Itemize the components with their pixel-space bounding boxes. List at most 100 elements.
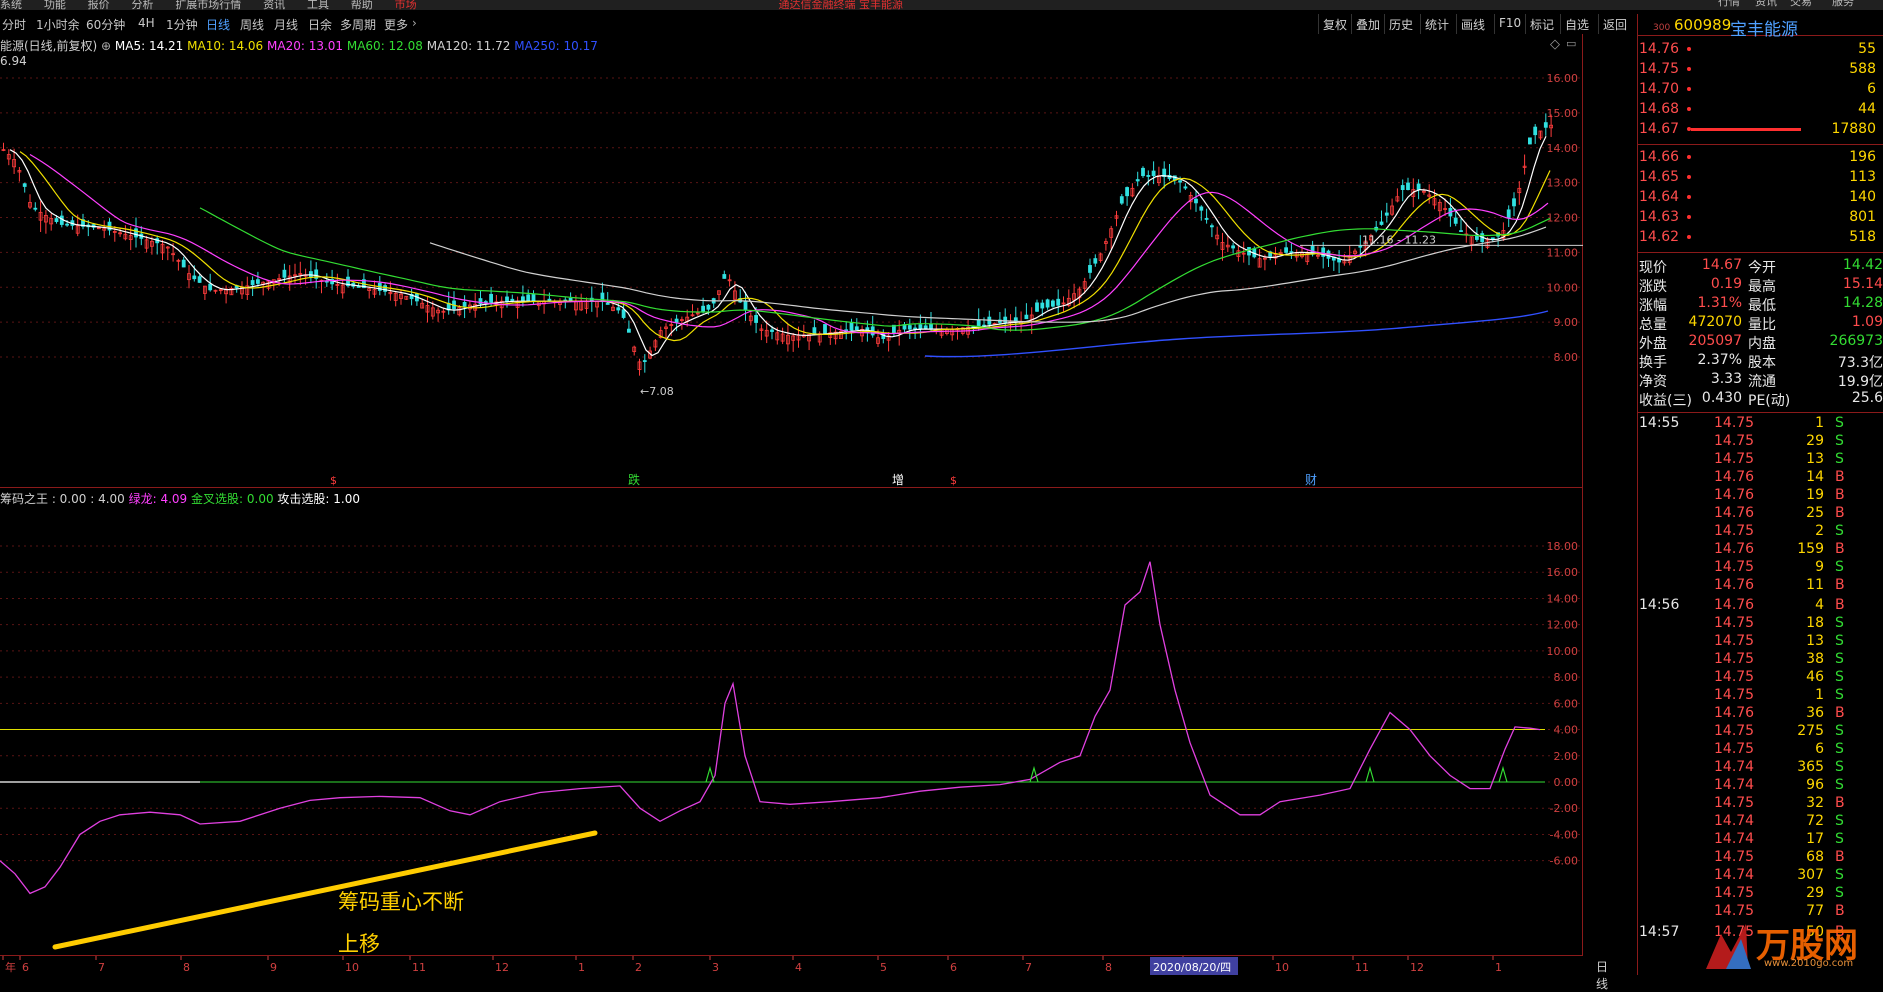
time-tick-label: 1 <box>578 961 585 974</box>
toolbar-lishi[interactable]: 历史 <box>1384 14 1417 34</box>
tick-bs: S <box>1835 651 1844 667</box>
signal-marker <box>1498 765 1508 783</box>
menu-item[interactable]: 帮助 <box>351 0 373 10</box>
y-tick-label: 12.00 <box>1547 619 1579 632</box>
period-tab[interactable]: 月线 <box>274 16 298 33</box>
quote-row: 换手 2.37% 股本 73.3亿 <box>1638 352 1883 371</box>
menu-item[interactable]: 分析 <box>131 0 153 10</box>
period-tab-active[interactable]: 日线 <box>206 16 230 33</box>
menu-right-3[interactable]: 交易 <box>1790 0 1812 7</box>
period-tab[interactable]: 1小时余 <box>36 16 80 33</box>
event-marker: 财 <box>1305 473 1317 487</box>
kline-chart[interactable]: 能源(日线,前复权) ⊕ MA5: 14.21 MA10: 14.06 MA20… <box>0 34 1583 488</box>
y-tick-label: 16.00 <box>1547 566 1579 579</box>
trend-arrow <box>52 830 598 950</box>
tick-row: 14.74 72 S <box>1638 813 1883 831</box>
menu-item[interactable]: 系统 <box>0 0 22 10</box>
tick-bs: B <box>1835 849 1845 865</box>
stock-name[interactable]: 宝丰能源 <box>1730 15 1798 40</box>
ask-row: 14.68 44 <box>1638 101 1883 119</box>
main-plot: 16.0015.0014.0013.0012.0011.0010.009.008… <box>0 72 1583 487</box>
toolbar-biaoji[interactable]: 标记 <box>1525 14 1558 34</box>
candle-body <box>1093 258 1098 264</box>
quote-key: 涨幅 <box>1639 298 1667 314</box>
toolbar-fanhui[interactable]: 返回 <box>1598 14 1631 34</box>
tick-time: 14:56 <box>1639 597 1680 613</box>
period-tab[interactable]: 1分钟 <box>166 16 198 33</box>
period-tab[interactable]: 日余 <box>308 16 332 33</box>
stock-code[interactable]: 600989 <box>1674 16 1731 34</box>
indicator-chart[interactable]: 筹码之王 : 0.00 : 4.00 绿龙: 4.09 金叉选股: 0.00 攻… <box>0 488 1583 956</box>
tick-volume: 6 <box>1815 741 1824 757</box>
stock-header: 300 600989 宝丰能源 <box>1638 14 1883 40</box>
time-highlight: 2020/08/20/四 <box>1153 961 1231 974</box>
menu-right-1[interactable]: 行情 <box>1718 0 1740 7</box>
tick-volume: 275 <box>1797 723 1824 739</box>
menu-right-2[interactable]: 资讯 <box>1755 0 1777 7</box>
menu-item[interactable]: 工具 <box>307 0 329 10</box>
candle-body <box>754 315 758 323</box>
quote-key: 内盘 <box>1748 336 1776 352</box>
period-tab[interactable]: 多周期 <box>340 16 376 33</box>
candle-body <box>722 274 727 279</box>
menu-right-4[interactable]: 服务 <box>1832 0 1854 7</box>
tick-volume: 13 <box>1806 633 1824 649</box>
quote-value: 0.19 <box>1710 276 1742 292</box>
y-tick-label: 8.00 <box>1554 671 1579 684</box>
chevron-right-icon[interactable]: › <box>412 16 417 30</box>
time-tick-label: 8 <box>1105 961 1112 974</box>
candle-body <box>526 294 531 302</box>
tick-bs: B <box>1835 505 1845 521</box>
toolbar-huaxian[interactable]: 画线 <box>1456 14 1489 34</box>
time-tick-label: 年 <box>5 960 16 974</box>
quote-row: 收益(三) 0.430 PE(动) 25.6 <box>1638 390 1883 409</box>
tick-bs: S <box>1835 559 1844 575</box>
tick-row: 14.75 38 S <box>1638 651 1883 669</box>
toolbar-tongji[interactable]: 统计 <box>1420 14 1453 34</box>
candle-body <box>1125 187 1129 197</box>
quote-panel: 300 600989 宝丰能源 14.76 55 14.75 588 14.70 6 14.… <box>1637 14 1883 975</box>
menu-item[interactable]: 功能 <box>44 0 66 10</box>
period-tab[interactable]: 周线 <box>240 16 264 33</box>
ask-volume: 588 <box>1849 61 1876 77</box>
ask-price: 14.68 <box>1639 101 1680 117</box>
period-more[interactable]: 更多 <box>384 16 408 33</box>
tick-row: 14.75 32 B <box>1638 795 1883 813</box>
candle-body <box>282 269 287 278</box>
toolbar-fuquan[interactable]: 复权 <box>1318 14 1351 34</box>
bid-volume: 518 <box>1849 229 1876 245</box>
tick-row: 14.75 29 S <box>1638 885 1883 903</box>
toolbar-f10[interactable]: F10 <box>1494 14 1525 34</box>
candle-body <box>1453 217 1458 224</box>
candle-body <box>308 271 313 277</box>
period-label: 日线 <box>1596 960 1609 991</box>
candle-body <box>674 318 679 323</box>
period-tab[interactable]: 60分钟 <box>86 16 125 33</box>
y-tick-label: 2.00 <box>1554 750 1579 763</box>
candle-body <box>1210 225 1214 228</box>
quote-value: 1.09 <box>1851 314 1883 330</box>
tick-volume: 18 <box>1806 615 1824 631</box>
tick-price: 14.74 <box>1714 759 1755 775</box>
candle-body <box>181 259 186 268</box>
range-label: 11.16 - 11.23 <box>1362 233 1436 246</box>
quote-value: 2.37% <box>1697 352 1742 368</box>
market-tab[interactable]: 市场 <box>395 0 417 10</box>
toolbar-zixuan[interactable]: 自选 <box>1560 14 1593 34</box>
candle-body <box>65 223 69 226</box>
toolbar-diejia[interactable]: 叠加 <box>1351 14 1384 34</box>
period-tab[interactable]: 4H <box>138 16 155 30</box>
menu-item[interactable]: 扩展市场行情 <box>175 0 241 10</box>
candle-body <box>1406 182 1410 191</box>
candle-body <box>1506 209 1511 219</box>
candle-body <box>531 294 536 302</box>
menu-item[interactable]: 报价 <box>88 0 110 10</box>
tick-volume: 29 <box>1806 885 1824 901</box>
y-tick-label: 14.00 <box>1547 592 1579 605</box>
period-tab[interactable]: 分时 <box>2 16 26 33</box>
tick-price: 14.76 <box>1714 705 1755 721</box>
tick-price: 14.76 <box>1714 505 1755 521</box>
event-marker: 跌 <box>628 472 640 487</box>
ask-price: 14.70 <box>1639 81 1680 97</box>
menu-item[interactable]: 资讯 <box>263 0 285 10</box>
